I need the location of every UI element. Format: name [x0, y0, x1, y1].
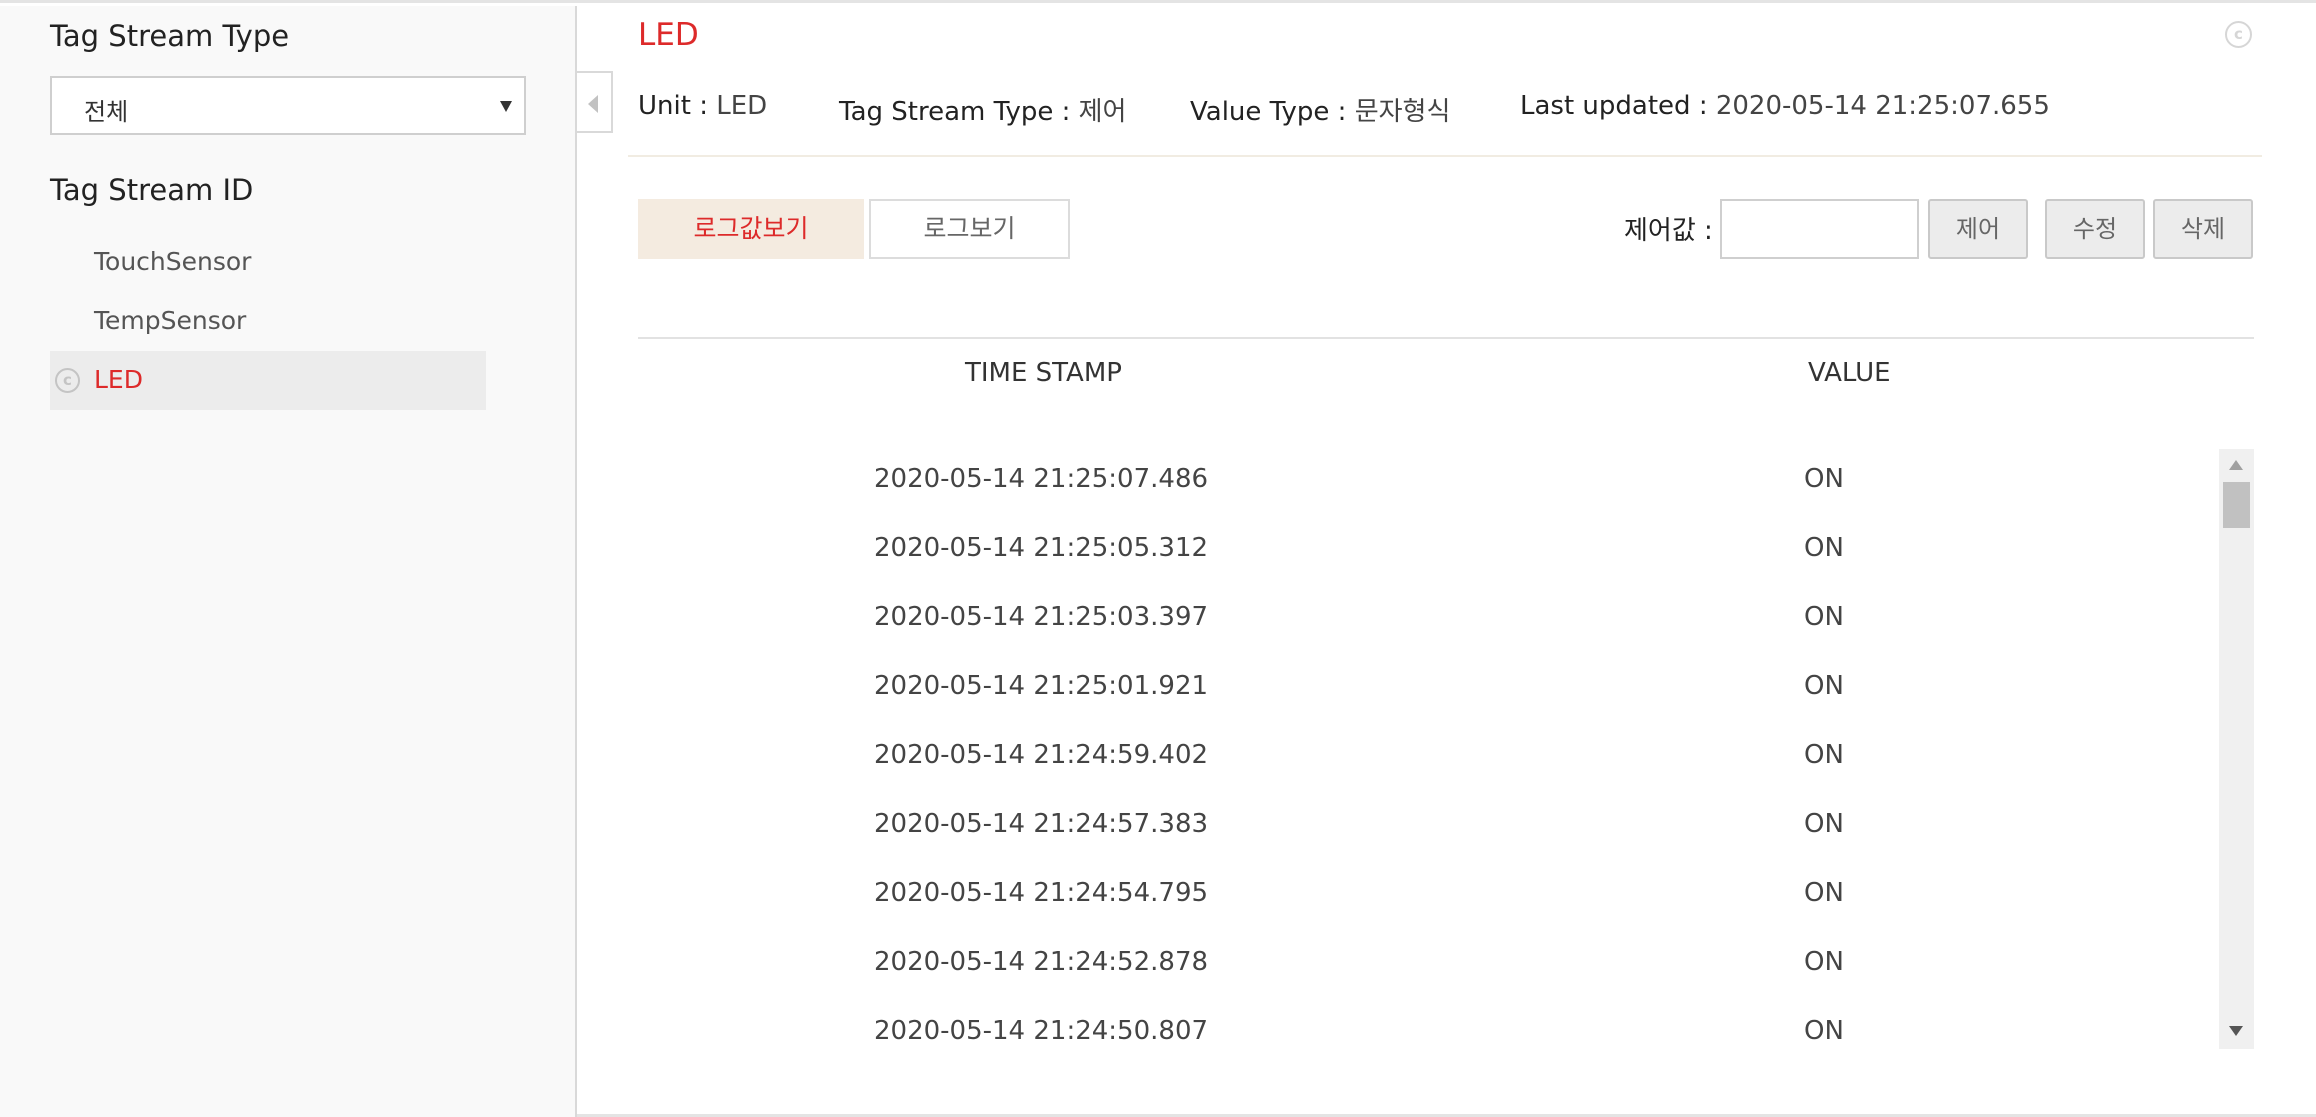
table-row: 2020-05-14 21:25:03.397 ON [638, 587, 2218, 656]
dropdown-arrow-icon [500, 101, 512, 112]
sidebar-item-touchsensor[interactable]: TouchSensor [50, 233, 486, 292]
table-row: 2020-05-14 21:25:05.312 ON [638, 518, 2218, 587]
control-button[interactable]: 제어 [1928, 199, 2028, 259]
log-value-table-body: 2020-05-14 21:25:07.486 ON 2020-05-14 21… [638, 449, 2218, 1070]
copyright-circle-icon: c [2225, 21, 2252, 48]
cell-time-stamp: 2020-05-14 21:24:52.878 [874, 947, 1209, 977]
meta-last-updated: Last updated : 2020-05-14 21:25:07.655 [1520, 91, 2050, 121]
meta-value-type-label: Value Type [1190, 97, 1330, 127]
meta-last-updated-value: 2020-05-14 21:25:07.655 [1715, 91, 2050, 121]
tag-stream-type-select[interactable]: 전체 [50, 76, 526, 135]
table-row: 2020-05-14 21:24:52.878 ON [638, 932, 2218, 1001]
cell-time-stamp: 2020-05-14 21:25:05.312 [874, 533, 1209, 563]
meta-value-type-value: 문자형식 [1354, 97, 1451, 127]
cell-time-stamp: 2020-05-14 21:24:50.807 [874, 1016, 1209, 1046]
sidebar-collapse-button[interactable] [577, 71, 613, 133]
meta-divider [628, 155, 2262, 157]
table-row: 2020-05-14 21:24:57.383 ON [638, 794, 2218, 863]
cell-value: ON [1804, 602, 1844, 632]
tag-stream-list: TouchSensor TempSensor c LED [50, 233, 486, 410]
sidebar-item-label: TouchSensor [94, 247, 252, 276]
cell-time-stamp: 2020-05-14 21:24:57.383 [874, 809, 1209, 839]
sidebar-item-label: LED [94, 365, 143, 394]
cell-time-stamp: 2020-05-14 21:24:59.402 [874, 740, 1209, 770]
meta-separator: : [1698, 91, 1708, 121]
meta-value-type: Value Type : 문자형식 [1190, 91, 1450, 128]
scroll-up-arrow-icon[interactable] [2229, 460, 2243, 470]
edit-button[interactable]: 수정 [2045, 199, 2145, 259]
meta-stream-type-label: Tag Stream Type [839, 97, 1054, 127]
meta-unit-label: Unit [638, 91, 691, 121]
cell-value: ON [1804, 671, 1844, 701]
table-row: 2020-05-14 21:25:01.921 ON [638, 656, 2218, 725]
app-frame: Tag Stream Type 전체 Tag Stream ID TouchSe… [0, 0, 2316, 1117]
cell-value: ON [1804, 878, 1844, 908]
meta-separator: : [1061, 97, 1071, 127]
scrollbar-thumb[interactable] [2223, 482, 2250, 528]
column-header-time-stamp: TIME STAMP [965, 358, 1122, 388]
delete-button[interactable]: 삭제 [2153, 199, 2253, 259]
sidebar-item-tempsensor[interactable]: TempSensor [50, 292, 486, 351]
meta-separator: : [699, 91, 708, 121]
meta-separator: : [1337, 97, 1347, 127]
meta-unit: Unit : LED [638, 91, 767, 121]
control-value-label: 제어값 : [1624, 216, 1713, 246]
column-header-value: VALUE [1808, 358, 1891, 388]
cell-time-stamp: 2020-05-14 21:25:01.921 [874, 671, 1209, 701]
sidebar: Tag Stream Type 전체 Tag Stream ID TouchSe… [0, 6, 577, 1117]
table-row: 2020-05-14 21:24:59.402 ON [638, 725, 2218, 794]
meta-stream-type: Tag Stream Type : 제어 [839, 91, 1126, 128]
sidebar-item-label: TempSensor [94, 306, 247, 335]
cell-time-stamp: 2020-05-14 21:25:03.397 [874, 602, 1209, 632]
tag-stream-type-heading: Tag Stream Type [50, 19, 290, 53]
table-scrollbar[interactable] [2219, 449, 2254, 1049]
copyright-circle-icon: c [55, 368, 80, 393]
tab-log-values[interactable]: 로그값보기 [638, 199, 864, 259]
meta-last-updated-label: Last updated [1520, 91, 1691, 121]
cell-value: ON [1804, 947, 1844, 977]
cell-value: ON [1804, 1016, 1844, 1046]
control-value-input[interactable] [1720, 199, 1919, 259]
cell-value: ON [1804, 809, 1844, 839]
table-divider [638, 337, 2254, 339]
meta-unit-value: LED [716, 91, 768, 121]
table-row: 2020-05-14 21:24:54.795 ON [638, 863, 2218, 932]
tag-stream-type-select-value: 전체 [84, 98, 129, 126]
tag-stream-id-heading: Tag Stream ID [50, 173, 254, 207]
cell-value: ON [1804, 533, 1844, 563]
cell-time-stamp: 2020-05-14 21:25:07.486 [874, 464, 1209, 494]
cell-time-stamp: 2020-05-14 21:24:54.795 [874, 878, 1209, 908]
table-row: 2020-05-14 21:24:50.807 ON [638, 1001, 2218, 1070]
chevron-left-icon [588, 95, 598, 113]
scroll-down-arrow-icon[interactable] [2229, 1026, 2243, 1036]
table-row: 2020-05-14 21:25:07.486 ON [638, 449, 2218, 518]
sidebar-item-led[interactable]: c LED [50, 351, 486, 410]
tab-logs[interactable]: 로그보기 [869, 199, 1070, 259]
cell-value: ON [1804, 740, 1844, 770]
meta-stream-type-value: 제어 [1078, 97, 1127, 127]
cell-value: ON [1804, 464, 1844, 494]
page-title: LED [638, 17, 699, 53]
